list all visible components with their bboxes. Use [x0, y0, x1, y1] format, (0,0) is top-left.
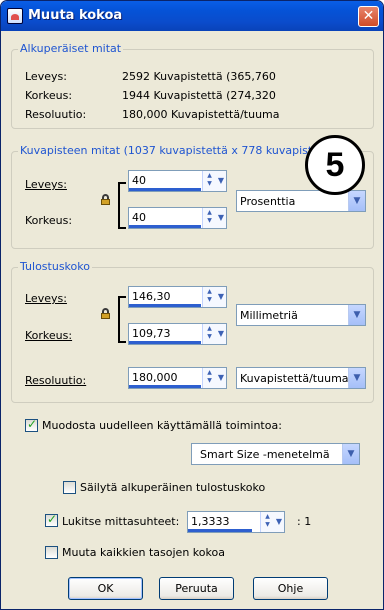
resolution-unit-select[interactable]: Kuvapistettä/tuuma ▼ [236, 367, 366, 389]
all-layers-label[interactable]: Muuta kaikkien tasojen kokoa [62, 546, 225, 559]
chevron-down-icon[interactable]: ▼ [216, 173, 226, 189]
pixel-width-label: Leveys: [25, 178, 67, 191]
chevron-down-icon[interactable]: ▼ [348, 305, 365, 325]
chevron-down-icon[interactable]: ▼ [216, 289, 226, 305]
original-dimensions-legend: Alkuperäiset mitat [18, 42, 124, 55]
pixel-width-spinner[interactable]: 40 ▲ ▼ ▼ [128, 170, 227, 192]
spin-arrows-icon[interactable]: ▲ ▼ [204, 325, 215, 343]
print-height-value: 109,73 [132, 327, 171, 340]
print-height-spinner[interactable]: 109,73 ▲ ▼ ▼ [128, 323, 227, 345]
pixel-height-value: 40 [132, 211, 146, 224]
lock-ratio-checkbox[interactable]: ✓ [45, 512, 58, 527]
spin-arrows-icon[interactable]: ▲ ▼ [204, 172, 215, 190]
help-button[interactable]: Ohje [253, 577, 328, 600]
lock-ratio-label[interactable]: Lukitse mittasuhteet: [62, 515, 179, 528]
ratio-suffix: : 1 [297, 515, 312, 528]
keep-print-size-label[interactable]: Säilytä alkuperäinen tulostuskoko [80, 481, 265, 494]
original-resolution-value: 180,000 Kuvapistettä/tuuma [122, 108, 280, 121]
cancel-button[interactable]: Peruuta [159, 577, 234, 600]
resample-checkbox[interactable]: ✓ [25, 417, 38, 432]
original-height-label: Korkeus: [25, 89, 73, 102]
print-width-label: Leveys: [25, 292, 67, 305]
aspect-bracket [118, 182, 126, 229]
print-unit-value: Millimetriä [240, 309, 298, 322]
check-icon: ✓ [47, 512, 58, 526]
chevron-down-icon[interactable]: ▼ [348, 368, 365, 388]
pixel-unit-select[interactable]: Prosenttia ▼ [236, 190, 366, 212]
ratio-spinner[interactable]: 1,3333 ▲ ▼ ▼ [187, 511, 285, 533]
resolution-value: 180,000 [132, 371, 178, 384]
spin-arrows-icon[interactable]: ▲ ▼ [204, 209, 215, 227]
keep-print-size-checkbox[interactable] [63, 481, 76, 494]
spin-arrows-icon[interactable]: ▲ ▼ [204, 288, 215, 306]
print-width-spinner[interactable]: 146,30 ▲ ▼ ▼ [128, 286, 227, 308]
resample-method-value: Smart Size -menetelmä [200, 448, 330, 461]
chevron-down-icon[interactable]: ▼ [216, 370, 226, 386]
print-size-legend: Tulostuskoko [18, 260, 92, 273]
pixel-unit-value: Prosenttia [240, 195, 296, 208]
resample-method-select[interactable]: Smart Size -menetelmä ▼ [191, 443, 360, 465]
original-width-label: Leveys: [25, 70, 67, 83]
resample-label[interactable]: Muodosta uudelleen käyttämällä toimintoa… [42, 419, 282, 432]
check-icon: ✓ [27, 417, 38, 431]
chevron-down-icon[interactable]: ▼ [342, 444, 359, 464]
aspect-bracket [118, 296, 126, 343]
original-dimensions-group: Alkuperäiset mitat Leveys: 2592 Kuvapist… [11, 42, 374, 129]
pixel-height-label: Korkeus: [25, 214, 73, 227]
print-size-group: Tulostuskoko Leveys: Korkeus: 146,30 ▲ ▼ ▼… [11, 260, 374, 403]
resolution-label: Resoluutio: [25, 374, 86, 387]
original-resolution-label: Resoluutio: [25, 108, 87, 121]
close-icon[interactable]: ✕ [358, 6, 379, 27]
chevron-down-icon[interactable]: ▼ [274, 514, 284, 530]
print-width-value: 146,30 [132, 290, 171, 303]
all-layers-checkbox[interactable] [45, 546, 58, 559]
original-width-value: 2592 Kuvapistettä (365,760 [122, 70, 276, 83]
pixel-width-value: 40 [132, 174, 146, 187]
lock-icon [101, 308, 110, 319]
app-icon [7, 8, 23, 24]
resolution-spinner[interactable]: 180,000 ▲ ▼ ▼ [128, 367, 227, 389]
chevron-down-icon[interactable]: ▼ [216, 210, 226, 226]
pixel-height-spinner[interactable]: 40 ▲ ▼ ▼ [128, 207, 227, 229]
spin-arrows-icon[interactable]: ▲ ▼ [262, 513, 273, 531]
chevron-down-icon[interactable]: ▼ [348, 191, 365, 211]
chevron-down-icon[interactable]: ▼ [216, 326, 226, 342]
resize-dialog: Muuta kokoa ✕ Alkuperäiset mitat Leveys:… [0, 0, 384, 610]
title-bar[interactable]: Muuta kokoa ✕ [1, 1, 383, 31]
ratio-value: 1,3333 [191, 515, 230, 528]
resolution-unit-value: Kuvapistettä/tuuma [240, 372, 349, 385]
lock-icon [101, 194, 110, 205]
spin-arrows-icon[interactable]: ▲ ▼ [204, 369, 215, 387]
pixel-dimensions-legend: Kuvapisteen mitat (1037 kuvapistettä x 7… [18, 144, 321, 157]
original-height-value: 1944 Kuvapistettä (274,320 [122, 89, 276, 102]
resolution-label-text: Resoluutio: [25, 374, 87, 387]
print-unit-select[interactable]: Millimetriä ▼ [236, 304, 366, 326]
ok-button[interactable]: OK [68, 577, 143, 600]
print-height-label: Korkeus: [25, 329, 73, 342]
step-number-badge: 5 [305, 135, 365, 195]
window-title: Muuta kokoa [28, 8, 123, 23]
